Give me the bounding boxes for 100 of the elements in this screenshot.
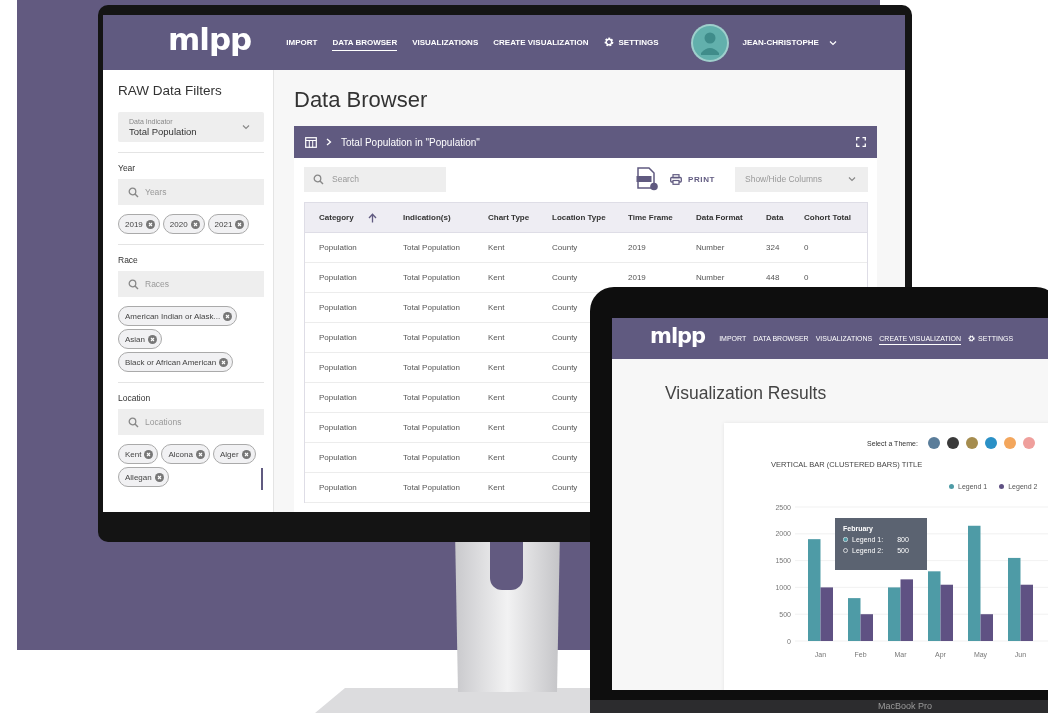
- nav-link[interactable]: VISUALIZATIONS: [412, 34, 479, 51]
- table-cell-text: County: [552, 483, 579, 492]
- remove-icon[interactable]: [195, 449, 205, 459]
- remove-icon[interactable]: [144, 449, 154, 459]
- filter-chip[interactable]: Kent: [118, 444, 159, 464]
- table-cell-text: Number: [696, 243, 726, 252]
- table-cell-text: County: [552, 303, 579, 312]
- filter-chip[interactable]: Alcona: [161, 444, 210, 464]
- table-cell-text: Kent: [488, 363, 506, 372]
- column-header[interactable]: Location Type: [552, 213, 628, 222]
- table-cell-text: Total Population: [403, 243, 461, 252]
- table-cell-text: Kent: [488, 303, 506, 312]
- table-cell-text: Population: [318, 453, 358, 462]
- app-logo: mlpp: [650, 326, 706, 350]
- filter-chip[interactable]: Asian: [118, 329, 162, 349]
- table-cell-text: Total Population: [403, 393, 461, 402]
- remove-icon[interactable]: [148, 334, 157, 344]
- table-cell-text: Kent: [488, 483, 506, 492]
- sort-up-icon[interactable]: [367, 212, 377, 223]
- column-header[interactable]: Time Frame: [628, 213, 696, 222]
- table-cell-text: Kent: [488, 243, 506, 252]
- remove-icon[interactable]: [145, 219, 155, 229]
- theme-swatch[interactable]: [1022, 437, 1035, 449]
- table-cell-text: Number: [696, 273, 726, 282]
- printer-icon: [670, 173, 682, 185]
- column-header[interactable]: Data Format: [696, 213, 766, 222]
- csv-file-icon[interactable]: [636, 167, 658, 191]
- table-cell-text: Kent: [488, 453, 506, 462]
- filter-chip[interactable]: Alger: [212, 444, 256, 464]
- table-cell-text: Kent: [488, 273, 506, 282]
- theme-swatch[interactable]: [1003, 437, 1016, 449]
- table-cell-text: Total Population: [403, 483, 461, 492]
- chevron-down-icon: [828, 39, 837, 46]
- nav-link[interactable]: CREATE VISUALIZATION: [493, 34, 589, 51]
- scrollbar: [261, 468, 263, 490]
- filter-chip[interactable]: 2021: [207, 214, 250, 234]
- table-cell-text: Population: [318, 393, 358, 402]
- search-field[interactable]: Years: [118, 179, 264, 205]
- gear-icon: [968, 334, 976, 342]
- table-cell-text: Kent: [488, 393, 506, 402]
- filter-label: Race: [118, 255, 139, 265]
- table-cell-text: County: [552, 393, 579, 402]
- settings-link[interactable]: SETTINGS: [603, 34, 659, 51]
- theme-swatch[interactable]: [946, 437, 959, 449]
- table-cell-text: Total Population: [403, 303, 461, 312]
- column-header[interactable]: Data: [766, 213, 804, 222]
- column-header[interactable]: Indication(s): [403, 213, 488, 222]
- table-cell-text: Population: [318, 423, 358, 432]
- series-marker-icon: [843, 537, 848, 542]
- remove-icon[interactable]: [190, 219, 200, 229]
- filter-chip[interactable]: 2019: [118, 214, 160, 234]
- search-field[interactable]: Search: [304, 166, 446, 192]
- print-button[interactable]: PRINT: [670, 173, 715, 185]
- search-field[interactable]: Races: [118, 271, 264, 297]
- table-cell-text: 0: [804, 243, 810, 252]
- user-menu[interactable]: JEAN-CHRISTOPHE: [742, 38, 837, 47]
- table-cell-text: Total Population: [403, 363, 461, 372]
- filter-chip[interactable]: American Indian or Alask...: [118, 306, 238, 326]
- table-cell-text: Total Population: [403, 333, 461, 342]
- table-cell-text: 448: [766, 273, 781, 282]
- table-cell-text: County: [552, 333, 579, 342]
- table-cell-text: Population: [318, 333, 358, 342]
- nav-link[interactable]: IMPORT: [286, 34, 318, 51]
- filter-chip[interactable]: Black or African American: [118, 352, 234, 372]
- remove-icon[interactable]: [235, 219, 245, 229]
- sidebar-title: RAW Data Filters: [118, 83, 223, 98]
- column-header[interactable]: Category: [305, 212, 403, 223]
- remove-icon[interactable]: [154, 472, 164, 482]
- search-icon: [128, 279, 139, 290]
- table-cell-text: County: [552, 423, 579, 432]
- table-cell-text: County: [552, 363, 579, 372]
- search-field[interactable]: Locations: [118, 409, 264, 435]
- table-cell-text: Population: [318, 273, 358, 282]
- table-cell-text: Population: [318, 303, 358, 312]
- nav-link[interactable]: DATA BROWSER: [332, 34, 398, 51]
- table-icon: [305, 136, 317, 148]
- filter-chip[interactable]: 2020: [162, 214, 205, 234]
- search-icon: [128, 417, 139, 428]
- fullscreen-icon[interactable]: [856, 137, 866, 147]
- filter-chip[interactable]: Allegan: [118, 467, 169, 487]
- table-cell-text: 2019: [628, 273, 647, 282]
- remove-icon[interactable]: [223, 311, 233, 321]
- page-title: Visualization Results: [665, 383, 827, 404]
- table-cell-text: Total Population: [403, 453, 461, 462]
- theme-swatch[interactable]: [927, 437, 940, 449]
- chart-bar: [928, 571, 941, 641]
- column-header[interactable]: Cohort Total: [804, 213, 867, 222]
- remove-icon[interactable]: [241, 449, 251, 459]
- table-cell-text: County: [552, 453, 579, 462]
- column-header[interactable]: Chart Type: [488, 213, 552, 222]
- filter-label: Location: [118, 393, 152, 403]
- table-cell-text: 2019: [628, 243, 647, 252]
- theme-swatch[interactable]: [965, 437, 978, 449]
- avatar-icon: [690, 23, 729, 62]
- table-cell-text: Total Population: [403, 423, 461, 432]
- table-cell-text: Kent: [488, 333, 506, 342]
- chevron-down-icon: [848, 176, 856, 182]
- theme-swatch[interactable]: [984, 437, 997, 449]
- filter-label: Year: [118, 163, 137, 173]
- remove-icon[interactable]: [219, 357, 229, 367]
